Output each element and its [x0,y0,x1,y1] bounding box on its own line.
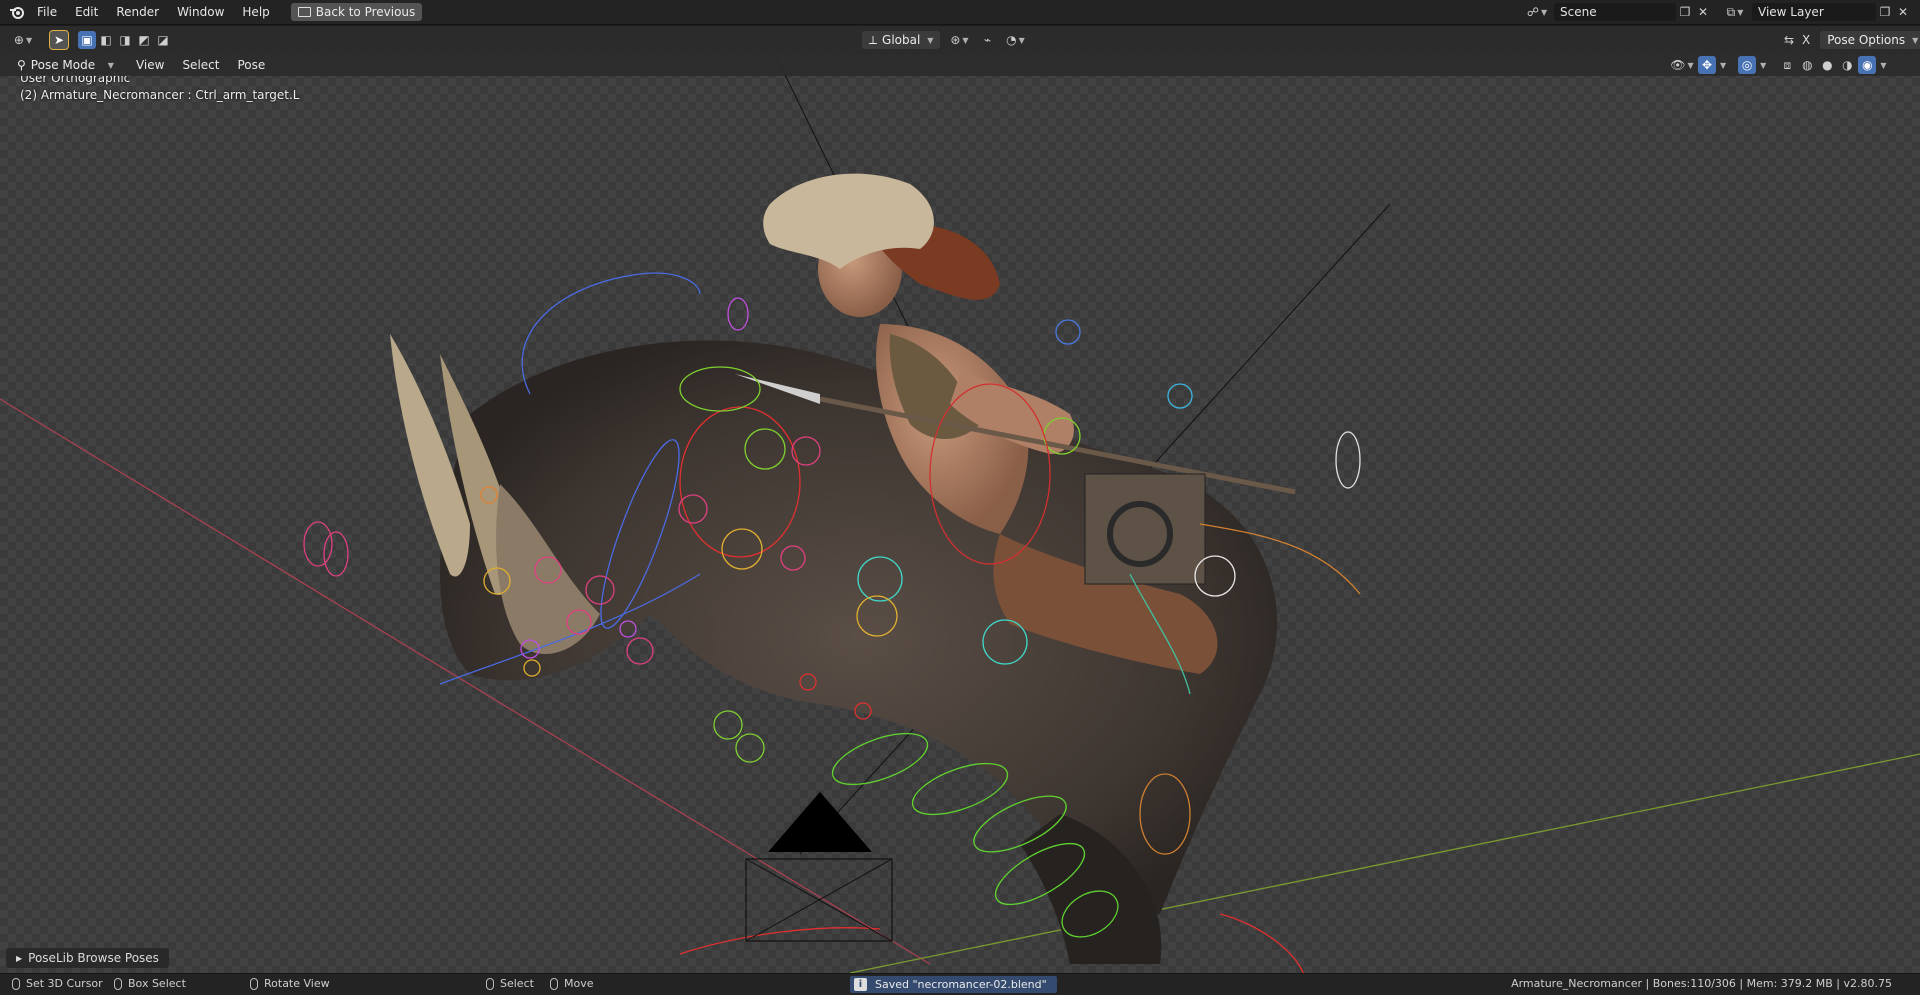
select-tool-icon[interactable]: ➤ [49,30,69,50]
3d-viewport[interactable]: User Orthographic (2) Armature_Necromanc… [0,54,1920,973]
x-axis-mirror-label[interactable]: X [1802,33,1810,47]
chevron-down-icon[interactable]: ▼ [1760,61,1766,70]
mode-dropdown[interactable]: ⚲ Pose Mode ▼ [10,56,121,74]
view-layer-selector: ⧉ ▼ View Layer ❐ ✕ [1722,3,1912,21]
mouse-left-icon [12,977,20,990]
chevron-down-icon[interactable]: ▼ [1880,61,1886,70]
mouse-drag-icon [550,977,558,990]
back-to-previous-button[interactable]: Back to Previous [290,3,423,21]
delete-view-layer-icon[interactable]: ✕ [1894,3,1912,21]
new-scene-icon[interactable]: ❐ [1676,3,1694,21]
overlays-icon[interactable]: ◎ [1738,56,1757,74]
chevron-down-icon: ▼ [927,35,934,45]
chevron-down-icon: ▼ [107,60,114,70]
pivot-point-icon[interactable]: ⊛ ▼ [944,31,974,49]
new-view-layer-icon[interactable]: ❐ [1876,3,1894,21]
transform-orientation-dropdown[interactable]: ⟂ Global ▼ [862,31,941,49]
scene-stats: Armature_Necromancer | Bones:110/306 | M… [1511,977,1892,990]
chevron-down-icon[interactable]: ▼ [1720,61,1726,70]
mode-set-icon[interactable]: ▣ [78,31,96,49]
orientation-icon: ⟂ [869,32,878,47]
tool-header: ⊕ ▼ ➤ ▣ ◧ ◨ ◩ ◪ ⟂ Global ▼ ⊛ ▼ ⌁ ◔ ▼ ⇆ X Po… [0,26,1920,54]
status-box-select: Box Select [114,977,186,990]
pose-options-label: Pose Options [1827,33,1906,47]
menu-help[interactable]: Help [233,5,278,19]
mode-subtract-icon[interactable]: ◨ [116,31,134,49]
box-select-label: Box Select [128,977,186,990]
snap-icon[interactable]: ⌁ [978,31,996,49]
menu-render[interactable]: Render [107,5,168,19]
menu-select[interactable]: Select [173,58,228,72]
view-layer-name-field[interactable]: View Layer [1752,3,1876,21]
menu-pose[interactable]: Pose [228,58,274,72]
viewport-shading-group: 👁 ▼ ✥ ▼ ◎ ▼ ⧈ ◍ ● ◑ ◉ ▼ [1668,56,1886,74]
scene-icon[interactable]: ☍ ▼ [1524,3,1550,21]
scene-render [0,54,1920,973]
top-bar: File Edit Render Window Help Back to Pre… [0,0,1920,25]
selection-mode-group: ▣ ◧ ◨ ◩ ◪ [78,31,172,49]
status-select: Select [486,977,534,990]
mode-label: Pose Mode [30,58,96,72]
transform-settings: ⟂ Global ▼ ⊛ ▼ ⌁ ◔ ▼ [862,31,1030,49]
status-set-cursor: Set 3D Cursor [12,977,103,990]
material-shading-icon[interactable]: ◑ [1838,56,1856,74]
status-move: Move [550,977,594,990]
view-layer-icon[interactable]: ⧉ ▼ [1722,3,1748,21]
poselib-label: PoseLib Browse Poses [28,951,159,965]
proportional-edit-icon[interactable]: ◔ ▼ [1000,31,1030,49]
pose-options-group: ⇆ X Pose Options ▼ [1780,31,1920,49]
mouse-middle-icon [250,977,258,990]
blender-logo-icon[interactable] [6,3,28,21]
delete-scene-icon[interactable]: ✕ [1694,3,1712,21]
status-rotate-view: Rotate View [250,977,330,990]
wireframe-shading-icon[interactable]: ◍ [1798,56,1816,74]
viewport-header: ⚲ Pose Mode ▼ View Select Pose 👁 ▼ ✥ ▼ ◎ … [0,54,1920,76]
pose-mode-icon: ⚲ [17,58,26,72]
mode-extend-icon[interactable]: ◧ [97,31,115,49]
solid-shading-icon[interactable]: ● [1818,56,1836,74]
mirror-icon[interactable]: ⇆ [1780,31,1798,49]
chevron-down-icon: ▼ [1912,35,1919,45]
poselib-panel[interactable]: ▶ PoseLib Browse Poses [6,948,169,968]
status-bar: Set 3D Cursor Box Select Rotate View Sel… [0,973,1920,995]
pose-options-dropdown[interactable]: Pose Options ▼ [1820,31,1920,49]
info-icon: i [854,978,867,991]
saved-message: i Saved "necromancer-02.blend" [850,976,1057,993]
saddle-box [1084,473,1206,585]
visibility-icon[interactable]: 👁 ▼ [1668,56,1696,74]
menu-view[interactable]: View [127,58,173,72]
scene-name-field[interactable]: Scene [1554,3,1676,21]
editor-type-icon[interactable]: ⊕ ▼ [10,31,36,49]
gizmo-icon[interactable]: ✥ [1698,56,1716,74]
chevron-right-icon: ▶ [16,953,23,963]
transform-orientation-label: Global [882,33,921,47]
menu-edit[interactable]: Edit [66,5,107,19]
select-label: Select [500,977,534,990]
back-to-previous-label: Back to Previous [315,5,416,19]
xray-icon[interactable]: ⧈ [1778,56,1796,74]
screen-icon [297,7,311,17]
move-label: Move [564,977,594,990]
mouse-drag-icon [114,977,122,990]
menu-file[interactable]: File [28,5,66,19]
mode-invert-icon[interactable]: ◩ [135,31,153,49]
mouse-right-icon [486,977,494,990]
rotate-view-label: Rotate View [264,977,330,990]
mode-intersect-icon[interactable]: ◪ [154,31,172,49]
set-cursor-label: Set 3D Cursor [26,977,103,990]
saved-message-text: Saved "necromancer-02.blend" [875,978,1047,991]
rendered-shading-icon[interactable]: ◉ [1858,56,1877,74]
active-object-label: (2) Armature_Necromancer : Ctrl_arm_targ… [20,88,300,102]
scene-selector: ☍ ▼ Scene ❐ ✕ [1524,3,1712,21]
menu-window[interactable]: Window [168,5,233,19]
camera-triangle [768,792,872,852]
